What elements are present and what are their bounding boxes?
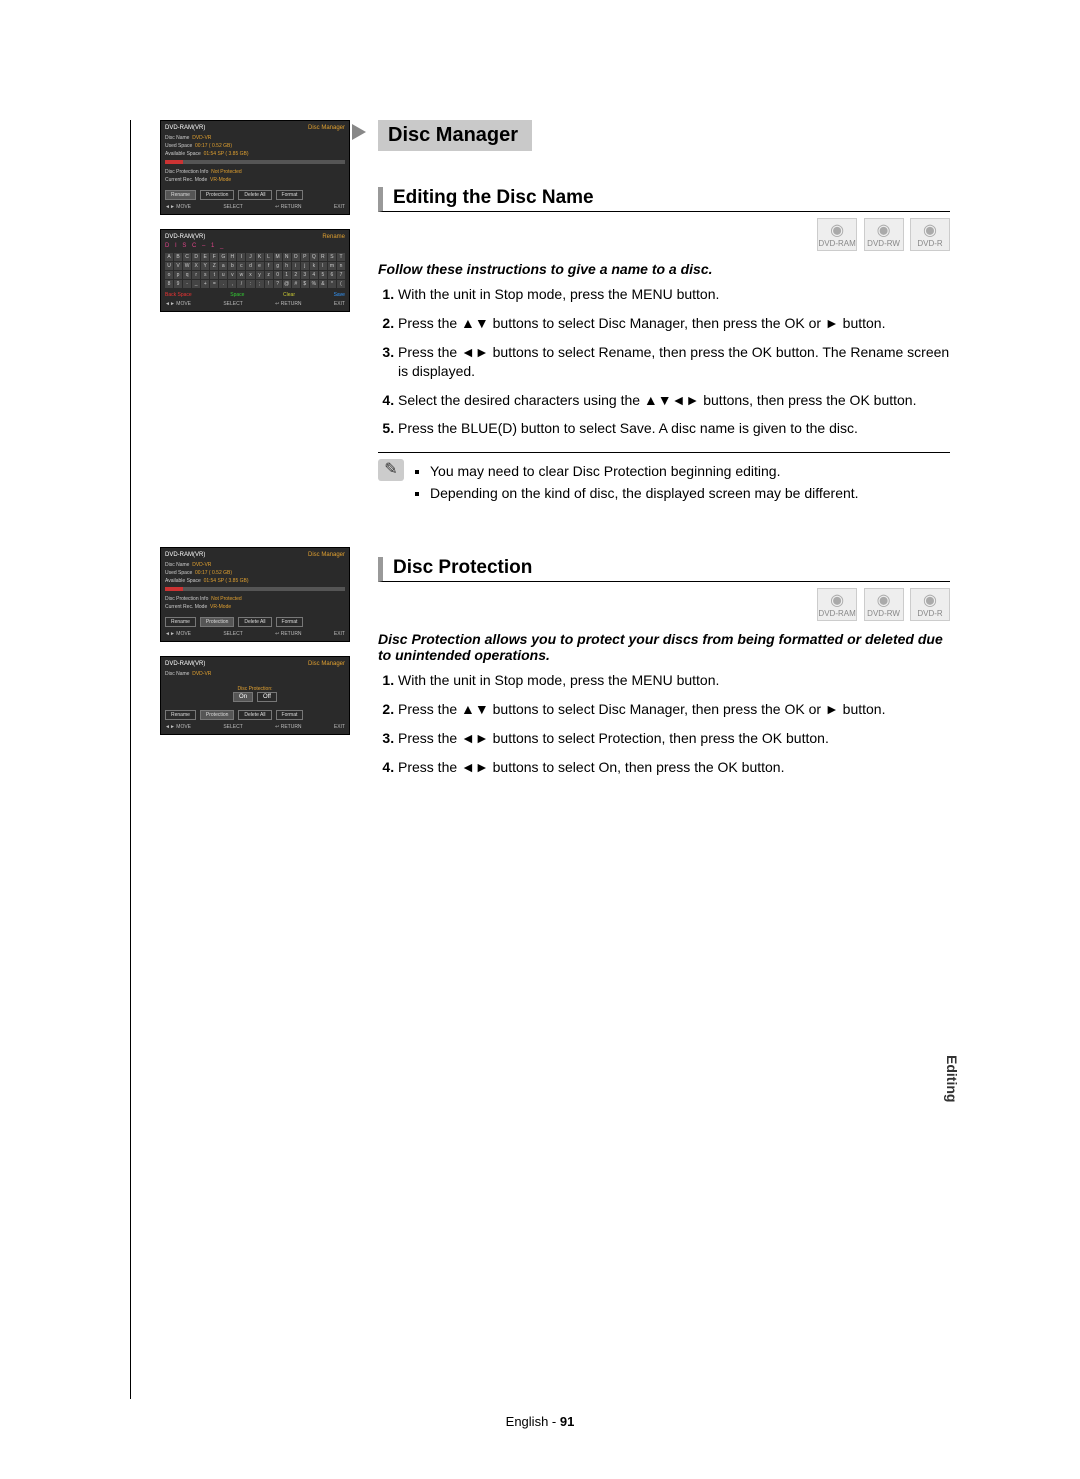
- disc-icon: DVD-RAM: [817, 218, 857, 251]
- osd-protection-dialog: DVD-RAM(VR)Disc Manager Disc Name DVD-VR…: [160, 656, 350, 735]
- disc-type-icons: DVD-RAM DVD-RW DVD-R: [378, 588, 950, 621]
- section-editing-disc-name: Editing the Disc Name: [378, 187, 950, 212]
- step: With the unit in Stop mode, press the ME…: [398, 285, 950, 304]
- instruction-lead: Disc Protection allows you to protect yo…: [378, 631, 950, 663]
- steps-list: With the unit in Stop mode, press the ME…: [378, 285, 950, 438]
- instruction-lead: Follow these instructions to give a name…: [378, 261, 950, 277]
- note-box: You may need to clear Disc Protection be…: [378, 452, 950, 501]
- section-disc-protection: Disc Protection: [378, 557, 950, 582]
- disc-icon: DVD-RW: [864, 588, 904, 621]
- osd-disc-manager-prot: DVD-RAM(VR)Disc Manager Disc Name DVD-VR…: [160, 547, 350, 642]
- step: Press the ◄► buttons to select Protectio…: [398, 729, 950, 748]
- steps-list: With the unit in Stop mode, press the ME…: [378, 671, 950, 777]
- step: Select the desired characters using the …: [398, 391, 950, 410]
- chapter-title: Disc Manager: [378, 120, 532, 151]
- note-item: Depending on the kind of disc, the displ…: [430, 485, 950, 501]
- step: Press the BLUE(D) button to select Save.…: [398, 419, 950, 438]
- step: Press the ▲▼ buttons to select Disc Mana…: [398, 314, 950, 333]
- disc-icon: DVD-R: [910, 588, 950, 621]
- disc-icon: DVD-RAM: [817, 588, 857, 621]
- step: With the unit in Stop mode, press the ME…: [398, 671, 950, 690]
- disc-icon: DVD-RW: [864, 218, 904, 251]
- note-item: You may need to clear Disc Protection be…: [430, 463, 950, 479]
- step: Press the ◄► buttons to select On, then …: [398, 758, 950, 777]
- disc-type-icons: DVD-RAM DVD-RW DVD-R: [378, 218, 950, 251]
- disc-icon: DVD-R: [910, 218, 950, 251]
- step: Press the ▲▼ buttons to select Disc Mana…: [398, 700, 950, 719]
- page-footer: English - 91: [0, 1414, 1080, 1429]
- left-margin-rule: [130, 120, 131, 1399]
- side-tab-editing: Editing: [944, 1055, 960, 1102]
- osd-rename-keyboard: DVD-RAM(VR)Rename D I S C – 1 _ ABCDEFGH…: [160, 229, 350, 312]
- osd-disc-manager: DVD-RAM(VR)Disc Manager Disc Name DVD-VR…: [160, 120, 350, 215]
- step: Press the ◄► buttons to select Rename, t…: [398, 343, 950, 381]
